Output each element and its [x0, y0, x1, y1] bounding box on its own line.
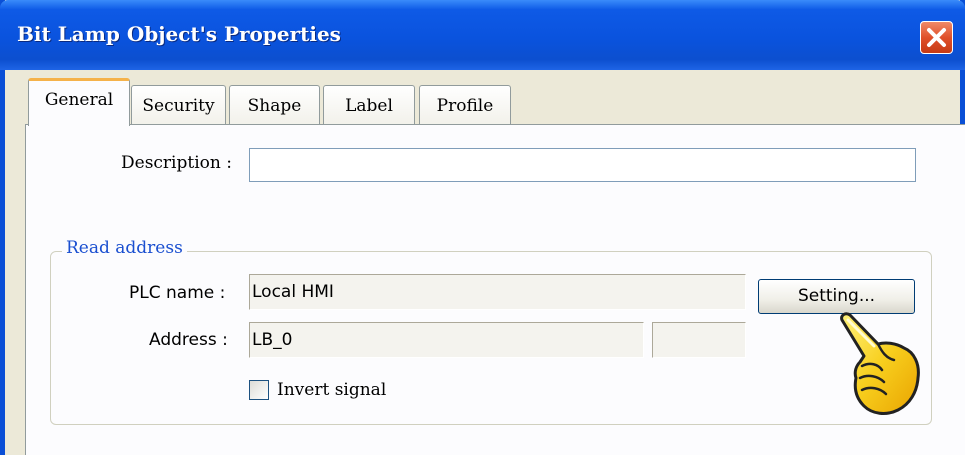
title-bar: Bit Lamp Object's Properties — [0, 0, 965, 70]
invert-signal-label: Invert signal — [277, 380, 387, 400]
tab-label[interactable]: Label — [323, 85, 415, 125]
address-label: Address : — [149, 330, 228, 350]
tab-shape[interactable]: Shape — [229, 85, 320, 125]
address-field[interactable]: LB_0 — [249, 322, 644, 358]
plc-name-field: Local HMI — [249, 274, 746, 310]
tab-profile[interactable]: Profile — [419, 85, 511, 125]
description-input[interactable] — [249, 148, 916, 182]
address-extra-field[interactable] — [652, 322, 746, 358]
pointing-hand-icon — [840, 312, 920, 415]
tab-security[interactable]: Security — [131, 85, 226, 125]
plc-name-label: PLC name : — [129, 283, 226, 303]
invert-signal-checkbox[interactable] — [249, 380, 269, 400]
close-button[interactable] — [920, 21, 953, 54]
description-label: Description : — [121, 153, 232, 173]
read-address-title: Read address — [62, 238, 187, 258]
window-title: Bit Lamp Object's Properties — [17, 22, 341, 46]
tab-general[interactable]: General — [28, 78, 130, 126]
close-icon — [927, 28, 946, 47]
setting-button[interactable]: Setting... — [758, 279, 915, 314]
